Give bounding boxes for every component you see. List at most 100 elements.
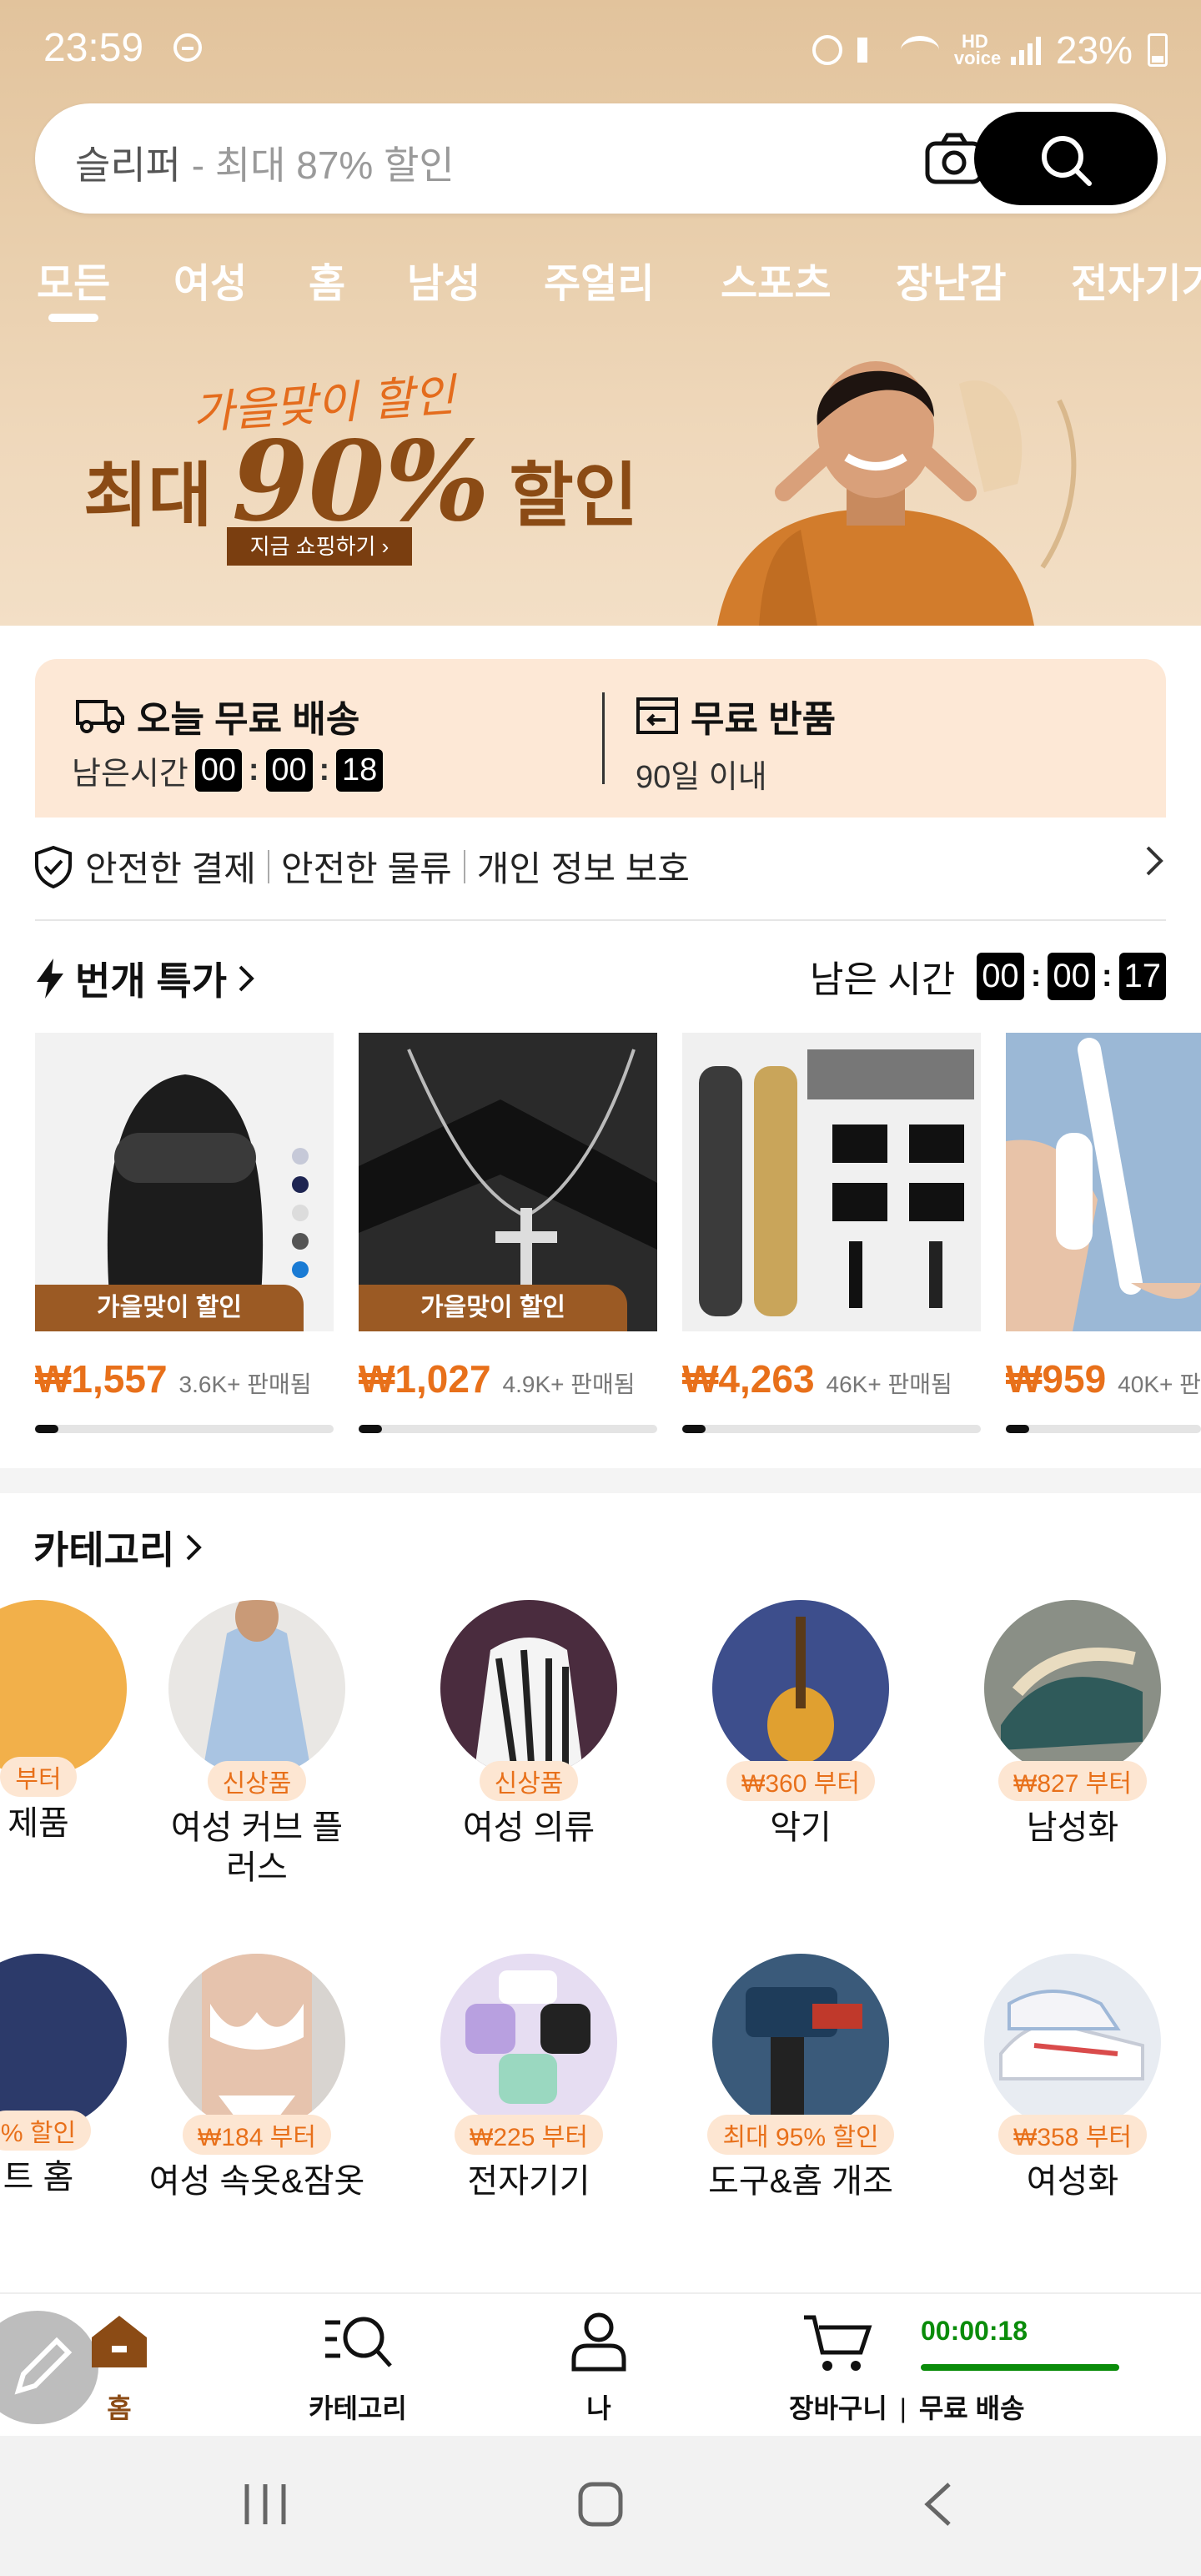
search-keyword: 슬리퍼 (75, 143, 181, 187)
wifi-icon (900, 36, 939, 64)
banner-shop-now-button[interactable]: 지금 쇼핑하기 › (227, 527, 412, 566)
lightning-icon (37, 958, 63, 999)
cart-timer: 00:00:18 (921, 2316, 1028, 2346)
tab-women[interactable]: 여성 (173, 250, 247, 309)
nav-me[interactable]: 나 (567, 2311, 631, 2426)
cart-timer-progress (921, 2364, 1119, 2371)
search-bar[interactable]: 슬리퍼 - 최대 87% 할인 (35, 103, 1166, 214)
sales-progress-bar (682, 1425, 981, 1433)
recent-apps-icon[interactable] (240, 2479, 290, 2529)
category-label: 악기 (770, 1809, 832, 1846)
privacy-protection: 개인 정보 보호 (476, 849, 690, 888)
shipping-countdown: 남은시간 00: 00: 18 (72, 747, 384, 793)
tab-home[interactable]: 홈 (309, 250, 345, 309)
sold-count: 46K+ 판매됨 (826, 1371, 952, 1397)
categories-title: 카테고리 (33, 1528, 175, 1572)
cart-free-shipping-label: 무료 배송 (918, 2393, 1025, 2423)
separator (267, 849, 269, 883)
tab-active-indicator (48, 314, 98, 322)
tab-men[interactable]: 남성 (407, 250, 480, 309)
product-card[interactable]: ₩959 40K+ 판매됨 (1006, 1033, 1201, 1433)
signal-icon (1010, 35, 1041, 65)
tab-all[interactable]: 모든 (37, 250, 110, 309)
secure-payment: 안전한 결제 (85, 849, 256, 888)
flash-deals-title: 번개 특가 (75, 959, 228, 1003)
free-shipping-title: 오늘 무료 배송 (75, 689, 359, 742)
search-input[interactable]: 슬리퍼 - 최대 87% 할인 (75, 135, 455, 190)
category-image (168, 1954, 345, 2131)
sold-count: 40K+ 판매됨 (1118, 1371, 1201, 1397)
hd-voice-icon: HD voice (953, 31, 1002, 68)
category-item[interactable]: ₩184 부터 여성 속옷&잠옷 (123, 1954, 390, 2201)
free-return-title: 무료 반품 (636, 689, 836, 742)
timer-minutes: 00 (265, 749, 313, 792)
nav-cart[interactable] (801, 2311, 874, 2381)
product-price: ₩1,557 3.6K+ 판매됨 (35, 1356, 312, 1401)
category-badge: ₩184 부터 (183, 2115, 331, 2155)
tab-jewelry[interactable]: 주얼리 (544, 250, 654, 309)
sold-count: 3.6K+ 판매됨 (178, 1371, 312, 1397)
category-item[interactable]: ₩827 부터 남성화 (939, 1600, 1201, 1848)
category-image (712, 1954, 889, 2131)
tab-toys[interactable]: 장난감 (896, 250, 1006, 309)
product-tag: 가을맞이 할인 (359, 1285, 627, 1331)
flash-deals-header[interactable]: 번개 특가 (33, 951, 257, 1006)
nav-category[interactable]: 카테고리 (309, 2311, 407, 2426)
sold-count: 4.9K+ 판매됨 (502, 1371, 636, 1397)
category-label: 여성 커브 플러스 (170, 1809, 344, 1886)
flash-timer-hours: 00 (977, 952, 1024, 1000)
category-image (440, 1954, 617, 2131)
category-image (0, 1600, 127, 1777)
home-system-icon[interactable] (575, 2479, 626, 2529)
banner-model-image (717, 361, 1077, 626)
category-image (984, 1600, 1161, 1777)
categories-header[interactable]: 카테고리 (33, 1520, 204, 1575)
price-value: ₩1,027 (359, 1357, 491, 1401)
flash-timer-label: 남은 시간 (810, 959, 956, 1000)
shield-check-icon (35, 845, 72, 888)
sales-progress-bar (359, 1425, 657, 1433)
category-item[interactable]: ₩360 부터 악기 (667, 1600, 934, 1848)
category-item[interactable]: ₩225 부터 전자기기 (395, 1954, 662, 2201)
category-badge: ₩358 부터 (998, 2115, 1147, 2155)
category-item[interactable]: 신상품 여성 의류 (395, 1600, 662, 1848)
search-button[interactable] (974, 112, 1158, 205)
nav-home[interactable]: 홈 (87, 2311, 152, 2426)
promo-banner[interactable]: 가을맞이 할인 최대 90% 할인 지금 쇼핑하기 › (0, 334, 1201, 626)
banner-suffix: 할인 (509, 456, 638, 535)
tab-electronics[interactable]: 전자기기 (1071, 250, 1201, 309)
category-label: 전자기기 (467, 2163, 590, 2200)
chevron-right-icon (186, 1534, 203, 1561)
tab-sports[interactable]: 스포츠 (721, 250, 831, 309)
category-badge: ₩360 부터 (726, 1761, 875, 1801)
shipping-card[interactable]: 오늘 무료 배송 남은시간 00: 00: 18 무료 반품 90일 이내 (35, 659, 1166, 818)
security-row[interactable]: 안전한 결제 안전한 물류 개인 정보 보호 (0, 818, 1201, 904)
pencil-icon (14, 2337, 73, 2395)
chevron-right-icon[interactable] (1141, 843, 1166, 879)
product-card[interactable]: 가을맞이 할인 ₩1,027 4.9K+ 판매됨 (359, 1033, 657, 1433)
back-icon[interactable] (917, 2479, 959, 2529)
product-card[interactable]: ₩4,263 46K+ 판매됨 (682, 1033, 981, 1433)
free-shipping-label: 오늘 무료 배송 (137, 699, 360, 740)
category-item[interactable]: 신상품 여성 커브 플러스 (123, 1592, 390, 1888)
cart-label[interactable]: 장바구니 | 무료 배송 (789, 2387, 1025, 2426)
banner-prefix: 최대 (83, 456, 213, 535)
product-image-hair-clipper (682, 1033, 981, 1331)
category-badge: ₩827 부터 (998, 1761, 1147, 1801)
edit-button[interactable] (0, 2311, 98, 2424)
category-item[interactable]: 최대 95% 할인 도구&홈 개조 (667, 1954, 934, 2201)
nav-me-label: 나 (586, 2393, 611, 2423)
flash-deals-countdown: 남은 시간 00: 00: 17 (810, 949, 1166, 1003)
nav-home-label: 홈 (107, 2393, 132, 2423)
product-card[interactable]: 가을맞이 할인 ₩1,557 3.6K+ 판매됨 (35, 1033, 334, 1433)
timer-seconds: 18 (336, 749, 384, 792)
category-item[interactable]: ₩358 부터 여성화 (939, 1954, 1201, 2201)
category-image (440, 1600, 617, 1778)
bottom-navigation: 홈 카테고리 나 00:00:18 장바구니 | 무료 배송 (0, 2292, 1201, 2438)
return-icon (636, 697, 678, 734)
product-price: ₩4,263 46K+ 판매됨 (682, 1356, 952, 1401)
flash-timer-seconds: 17 (1118, 952, 1166, 1000)
chevron-right-icon (239, 965, 254, 992)
sales-progress-bar (35, 1425, 334, 1433)
secure-logistics: 안전한 물류 (280, 849, 452, 888)
